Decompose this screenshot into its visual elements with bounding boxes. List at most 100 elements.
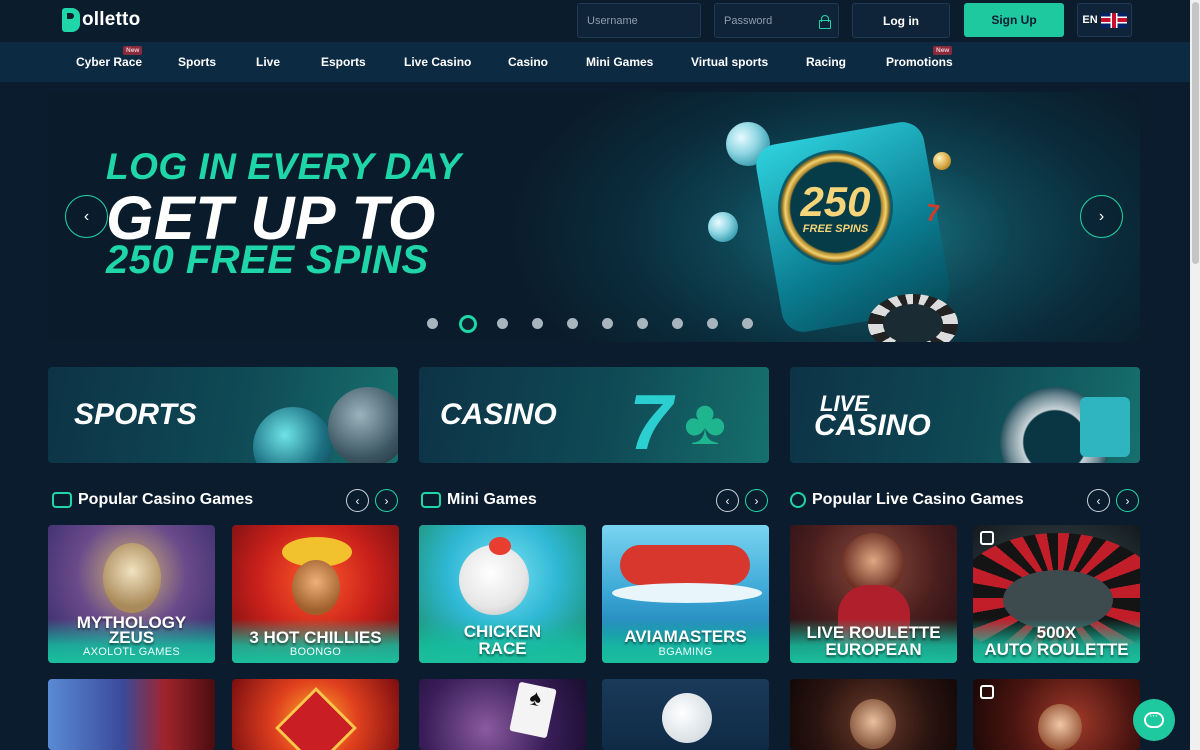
game-tile-3-hot-chillies[interactable]: 3 HOT CHILLIES BOONGO — [232, 525, 399, 663]
nav-label: Cyber Race — [76, 55, 143, 69]
carousel-dot[interactable] — [672, 318, 683, 329]
banner-prev-button[interactable]: ‹ — [65, 195, 108, 238]
nav-item-live-casino[interactable]: Live Casino — [404, 55, 471, 69]
chicken-figure — [459, 545, 529, 615]
section-title-text: Popular Live Casino Games — [812, 491, 1024, 508]
page-scrollbar[interactable] — [1190, 0, 1200, 750]
nav-item-mini-games[interactable]: Mini Games — [586, 55, 653, 69]
game-tile-row2-2[interactable] — [232, 679, 399, 750]
section-title-popular-casino: Popular Casino Games — [52, 491, 253, 509]
game-name-bottom: AUTO ROULETTE — [984, 640, 1129, 659]
game-tile-row2-1[interactable] — [48, 679, 215, 750]
banner-headline-3: 250 FREE SPINS — [106, 238, 429, 282]
nav-label: Racing — [806, 55, 847, 69]
panda-figure — [662, 693, 712, 743]
plane-figure — [620, 545, 750, 585]
banner-next-button[interactable]: › — [1080, 195, 1123, 238]
game-tile-auto-roulette[interactable]: 500X AUTO ROULETTE — [973, 525, 1140, 663]
live-chat-button[interactable] — [1133, 699, 1175, 741]
nav-label: Virtual sports — [691, 55, 769, 69]
category-tile-live-casino[interactable]: LIVE CASINO — [790, 367, 1140, 463]
nav-label: Promotions — [886, 55, 953, 69]
nav-item-promotions[interactable]: Promotions New — [886, 46, 953, 69]
lock-icon — [819, 14, 831, 29]
game-tile-row2-3[interactable]: ♠ — [419, 679, 586, 750]
category-label-bottom: CASINO — [814, 409, 931, 442]
chat-icon — [1144, 710, 1164, 728]
category-tile-casino[interactable]: CASINO 7 ♣ — [419, 367, 769, 463]
machine-caption: FREE SPINS — [802, 223, 869, 235]
playing-card-icon — [1080, 397, 1130, 457]
password-input[interactable] — [724, 14, 819, 27]
game-tile-aviamasters[interactable]: AVIAMASTERS BGAMING — [602, 525, 769, 663]
game-tile-live-roulette-european[interactable]: LIVE ROULETTE EUROPEAN — [790, 525, 957, 663]
language-selector[interactable]: EN — [1077, 3, 1132, 37]
banner-headline-1: LOG IN EVERY DAY — [106, 146, 462, 187]
nav-label: Live Casino — [404, 55, 472, 69]
comb-figure — [489, 537, 511, 555]
login-button[interactable]: Log in — [852, 3, 950, 38]
mini-games-prev-button[interactable]: ‹ — [716, 489, 739, 512]
category-tile-sports[interactable]: SPORTS — [48, 367, 398, 463]
nav-item-virtual-sports[interactable]: Virtual sports — [691, 55, 768, 69]
mini-games-next-button[interactable]: › — [745, 489, 768, 512]
top-header: olletto Log in Sign Up EN — [0, 0, 1200, 42]
wave-figure — [612, 583, 762, 603]
chevron-right-icon: › — [1098, 207, 1105, 225]
carousel-dot[interactable] — [497, 318, 508, 329]
chevron-left-icon: ‹ — [1096, 493, 1101, 508]
nav-item-live[interactable]: Live — [256, 55, 280, 69]
section-title-popular-live-casino: Popular Live Casino Games — [790, 491, 1024, 509]
nav-item-racing[interactable]: Racing — [806, 55, 846, 69]
carousel-dot[interactable] — [637, 318, 648, 329]
username-field[interactable] — [577, 3, 701, 38]
game-name-bottom: 3 HOT CHILLIES — [249, 628, 382, 647]
nav-item-casino[interactable]: Casino — [508, 55, 548, 69]
chevron-right-icon: › — [754, 493, 759, 508]
game-name-bottom: EUROPEAN — [825, 640, 922, 659]
dealer-figure — [1038, 704, 1082, 750]
game-provider: AXOLOTL GAMES — [82, 646, 181, 658]
popular-casino-next-button[interactable]: › — [375, 489, 398, 512]
lucky-seven-icon: 7 — [629, 378, 673, 463]
nav-item-cyber-race[interactable]: Cyber Race New — [76, 46, 143, 69]
nav-label: Live — [256, 55, 281, 69]
logo-text: olletto — [82, 9, 141, 30]
nav-label: Mini Games — [586, 55, 654, 69]
promo-banner[interactable]: LOG IN EVERY DAY GET UP TO 250 FREE SPIN… — [48, 92, 1140, 342]
new-badge: New — [933, 46, 953, 55]
game-tile-mythology-zeus[interactable]: MYTHOLOGY ZEUS AXOLOTL GAMES — [48, 525, 215, 663]
game-tile-row2-5[interactable] — [790, 679, 957, 750]
carousel-dot[interactable] — [567, 318, 578, 329]
carousel-dot[interactable] — [707, 318, 718, 329]
game-provider: BGAMING — [658, 646, 713, 658]
football-icon — [253, 407, 333, 463]
nav-item-esports[interactable]: Esports — [321, 55, 366, 69]
nav-item-sports[interactable]: Sports — [178, 55, 216, 69]
expand-icon[interactable] — [980, 685, 994, 699]
expand-icon[interactable] — [980, 531, 994, 545]
scrollbar-thumb[interactable] — [1192, 2, 1199, 264]
site-logo[interactable]: olletto — [62, 8, 140, 32]
signup-button[interactable]: Sign Up — [964, 3, 1064, 37]
game-tile-chicken-race[interactable]: CHICKEN RACE — [419, 525, 586, 663]
game-tile-row2-6[interactable] — [973, 679, 1140, 750]
zeus-figure — [103, 543, 161, 613]
username-input[interactable] — [587, 14, 691, 27]
popular-casino-prev-button[interactable]: ‹ — [346, 489, 369, 512]
carousel-dot[interactable] — [742, 318, 753, 329]
lever-knob-icon — [933, 152, 951, 170]
clover-icon: ♣ — [684, 386, 726, 458]
carousel-dot[interactable] — [459, 315, 477, 333]
chevron-left-icon: ‹ — [355, 493, 360, 508]
spade-card-icon: ♠ — [509, 681, 557, 739]
carousel-dot[interactable] — [602, 318, 613, 329]
live-casino-next-button[interactable]: › — [1116, 489, 1139, 512]
new-badge: New — [123, 46, 143, 55]
nav-label: Casino — [508, 55, 549, 69]
carousel-dot[interactable] — [532, 318, 543, 329]
password-field[interactable] — [714, 3, 839, 38]
game-tile-row2-4[interactable] — [602, 679, 769, 750]
carousel-dot[interactable] — [427, 318, 438, 329]
live-casino-prev-button[interactable]: ‹ — [1087, 489, 1110, 512]
